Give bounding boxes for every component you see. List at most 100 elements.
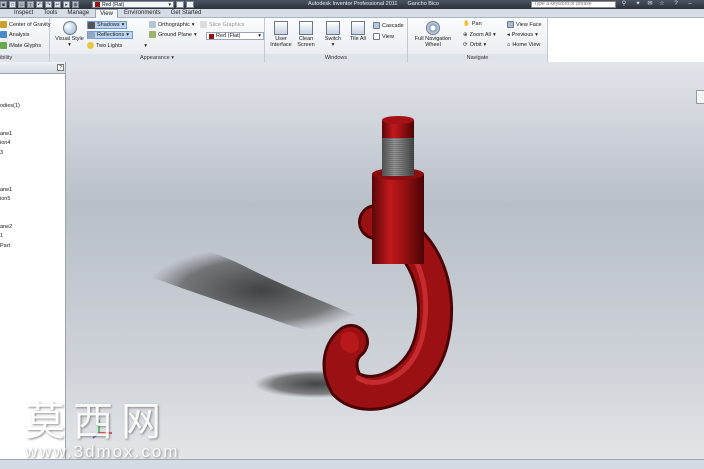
browser-tree-item[interactable]: odies(1) <box>0 102 65 111</box>
search-input[interactable]: Type a keyword or phrase <box>531 1 616 8</box>
select-icon[interactable]: ▸ <box>63 1 70 8</box>
browser-tree-item[interactable] <box>0 214 65 223</box>
tab-get-started[interactable]: Get Started <box>167 9 206 18</box>
browser-tree-item[interactable] <box>0 205 65 214</box>
center-of-gravity-icon <box>0 21 7 28</box>
reflections-button[interactable]: Reflections ▾ <box>87 31 133 39</box>
redo-icon[interactable]: ↷ <box>45 1 52 8</box>
app-menu-button[interactable]: ▣ <box>0 1 7 8</box>
browser-tree-item[interactable]: ane1 <box>0 186 65 195</box>
visibility-panel: Center of Gravity Analysis iMate Glyphs … <box>0 18 51 62</box>
browser-tree: odies(1) ane1 ion4 3 ane1 ion5 ane2 1 Part <box>0 74 65 251</box>
new-view-label: View <box>382 33 394 40</box>
chevron-down-icon: ▾ <box>68 42 71 48</box>
orbit-icon: ⟳ <box>463 42 468 48</box>
appearance-panel: Visual Style ▾ Shadows ▾ Reflections ▾ T… <box>50 18 265 62</box>
clean-screen-button[interactable]: Clean Screen <box>295 21 317 48</box>
browser-tree-item[interactable] <box>0 158 65 167</box>
return-icon[interactable]: ↩ <box>54 1 61 8</box>
hook-shank <box>372 174 424 264</box>
communication-icon[interactable]: ✉ <box>646 1 654 8</box>
browser-tree-item[interactable] <box>0 167 65 176</box>
color-button[interactable] <box>186 1 194 8</box>
chevron-down-icon: ▾ <box>493 32 496 38</box>
reflections-icon <box>88 31 95 39</box>
orbit-button[interactable]: ⟳ Orbit ▾ <box>463 42 486 48</box>
viewcube[interactable] <box>696 90 704 104</box>
help-icon[interactable]: ? <box>672 1 680 8</box>
cascade-label: Cascade <box>382 22 404 29</box>
slice-graphics-button[interactable]: Slice Graphics <box>200 21 244 28</box>
shadows-label: Shadows <box>97 22 120 28</box>
chevron-down-icon: ▾ <box>121 22 125 28</box>
pan-button[interactable]: ✋ Pan <box>463 21 482 27</box>
zoom-all-label: Zoom All <box>469 32 492 38</box>
tab-tools[interactable]: Tools <box>39 9 61 18</box>
user-interface-label-2: Interface <box>270 42 292 48</box>
appearance-label-text: Appearance <box>140 55 170 61</box>
full-nav-wheel-label-2: Wheel <box>425 42 441 48</box>
new-view-button[interactable]: View <box>373 33 394 40</box>
tab-inspect[interactable]: Inspect <box>10 9 37 18</box>
ground-plane-dropdown[interactable]: Ground Plane ▾ <box>149 31 197 38</box>
browser-tree-item[interactable]: 3 <box>0 149 65 158</box>
tab-environments[interactable]: Environments <box>120 9 165 18</box>
browser-help-icon[interactable]: ? <box>57 64 64 71</box>
save-icon[interactable]: ▥ <box>27 1 34 8</box>
view-face-button[interactable]: View Face <box>507 21 542 28</box>
undo-icon[interactable]: ↶ <box>36 1 43 8</box>
browser-tree-item[interactable] <box>0 121 65 130</box>
chevron-down-icon: ▾ <box>126 32 129 38</box>
orthographic-icon <box>149 21 156 28</box>
switch-button[interactable]: Switch ▾ <box>322 21 344 48</box>
analysis-icon <box>0 31 7 38</box>
new-icon[interactable]: □ <box>9 1 16 8</box>
slice-graphics-label: Slice Graphics <box>209 21 245 28</box>
browser-tree-item[interactable]: Part <box>0 242 65 251</box>
favorites-icon[interactable]: ☆ <box>658 1 666 8</box>
color-override-dropdown[interactable]: Red (Flat) ▾ <box>206 32 264 40</box>
imate-glyphs-button[interactable]: iMate Glyphs <box>0 42 41 49</box>
chevron-down-icon: ▾ <box>483 42 487 48</box>
browser-tree-item[interactable] <box>0 112 65 121</box>
material-dropdown[interactable]: Red (Flat) ▾ <box>92 1 174 8</box>
center-of-gravity-button[interactable]: Center of Gravity <box>0 21 51 28</box>
light-bulb-icon <box>87 42 94 49</box>
status-bar <box>0 459 704 469</box>
browser-tree-item[interactable]: ane2 <box>0 223 65 232</box>
appearance-override-button[interactable] <box>176 1 184 8</box>
browser-tree-item[interactable] <box>0 93 65 102</box>
subscription-icon[interactable]: ✦ <box>634 1 642 8</box>
navigate-panel-label: Navigate <box>408 54 547 62</box>
tile-all-icon <box>351 21 365 35</box>
tab-manage[interactable]: Manage <box>63 9 93 18</box>
cascade-button[interactable]: Cascade <box>373 22 404 29</box>
analysis-button[interactable]: Analysis <box>0 31 29 38</box>
open-icon[interactable]: ▤ <box>18 1 25 8</box>
zoom-icon: ⊕ <box>463 32 468 38</box>
browser-tree-item[interactable]: ane1 <box>0 130 65 139</box>
browser-tree-item[interactable]: ion4 <box>0 139 65 148</box>
visual-style-button[interactable]: Visual Style ▾ <box>53 21 86 48</box>
shadows-button[interactable]: Shadows ▾ <box>87 21 127 29</box>
browser-tree-item[interactable]: ion5 <box>0 195 65 204</box>
print-icon[interactable]: ▦ <box>72 1 79 8</box>
material-label: Red (Flat) <box>102 1 125 8</box>
browser-tree-item[interactable] <box>0 177 65 186</box>
projection-dropdown[interactable]: Orthographic ▾ <box>149 21 195 28</box>
tile-all-button[interactable]: Tile All <box>347 21 369 42</box>
user-interface-button[interactable]: User Interface <box>269 21 293 48</box>
visibility-panel-label: ibility <box>0 54 49 62</box>
home-view-button[interactable]: ⌂ Home View <box>507 42 540 48</box>
full-navigation-wheel-button[interactable]: Full Navigation Wheel <box>410 21 456 48</box>
windows-panel-label: Windows <box>265 54 407 62</box>
lighting-dropdown[interactable]: Two Lights ▾ <box>87 42 147 49</box>
chevron-down-icon: ▾ <box>191 21 195 28</box>
zoom-all-button[interactable]: ⊕ Zoom All ▾ <box>463 32 496 38</box>
tab-view[interactable]: View <box>95 9 118 18</box>
browser-tree-item[interactable]: 1 <box>0 232 65 241</box>
previous-view-button[interactable]: ◂ Previous ▾ <box>507 32 538 38</box>
view-face-icon <box>507 21 514 28</box>
minimize-icon[interactable]: – <box>686 1 694 8</box>
binoculars-icon[interactable]: ⚲ <box>620 1 628 8</box>
